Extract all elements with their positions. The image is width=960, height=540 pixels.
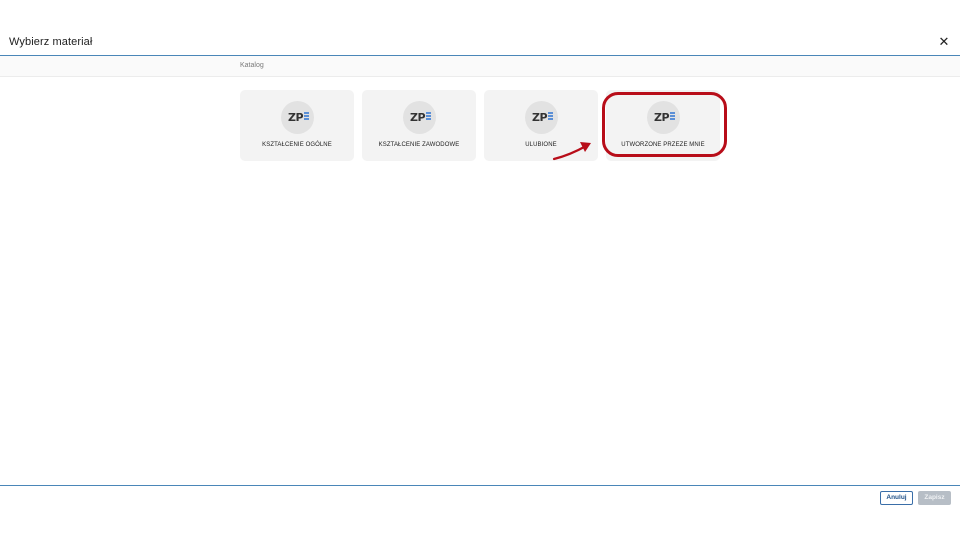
- zpe-logo-icon: ZP: [281, 101, 314, 134]
- tile-label: UTWORZONE PRZEZE MNIE: [621, 142, 705, 148]
- tile-ulubione[interactable]: ZP ULUBIONE: [484, 90, 598, 161]
- tile-utworzone-przeze-mnie[interactable]: ZP UTWORZONE PRZEZE MNIE: [606, 90, 720, 161]
- dialog-title: Wybierz materiał: [9, 36, 93, 48]
- cancel-button[interactable]: Anuluj: [880, 491, 913, 505]
- close-icon: ✕: [938, 34, 950, 49]
- save-button[interactable]: Zapisz: [918, 491, 951, 505]
- zpe-logo-icon: ZP: [525, 101, 558, 134]
- zpe-logo-icon: ZP: [403, 101, 436, 134]
- footer-divider: [0, 485, 960, 486]
- dialog-header: Wybierz materiał ✕: [0, 0, 960, 56]
- tile-label: KSZTAŁCENIE OGÓLNE: [262, 142, 332, 148]
- breadcrumb-bar: Katalog: [0, 56, 960, 77]
- tile-ksztalcenie-ogolne[interactable]: ZP KSZTAŁCENIE OGÓLNE: [240, 90, 354, 161]
- zpe-logo-icon: ZP: [647, 101, 680, 134]
- tile-label: ULUBIONE: [525, 142, 557, 148]
- tile-label: KSZTAŁCENIE ZAWODOWE: [378, 142, 460, 148]
- breadcrumb[interactable]: Katalog: [240, 62, 264, 69]
- tile-ksztalcenie-zawodowe[interactable]: ZP KSZTAŁCENIE ZAWODOWE: [362, 90, 476, 161]
- close-button[interactable]: ✕: [936, 34, 952, 50]
